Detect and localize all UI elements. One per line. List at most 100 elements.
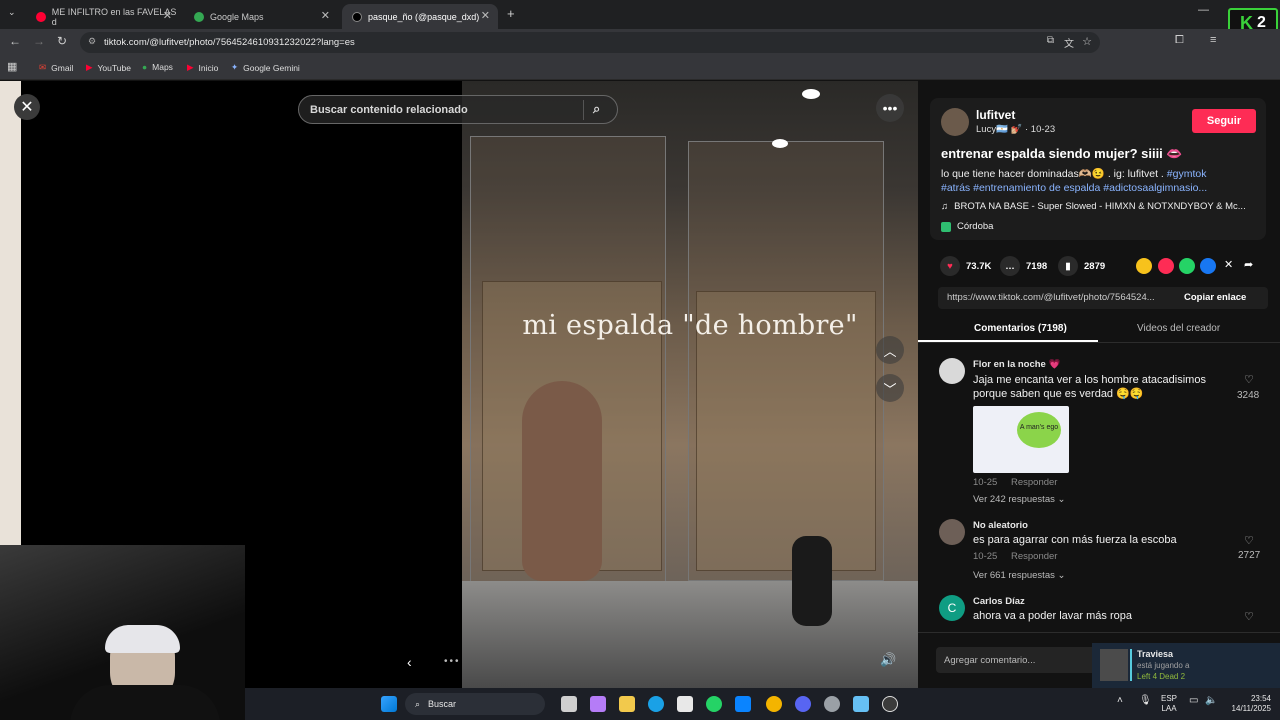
- next-post-button[interactable]: ﹀: [876, 374, 904, 402]
- search-icon[interactable]: ⌕: [593, 101, 600, 117]
- author-username[interactable]: lufitvet: [976, 108, 1015, 122]
- share-link-text[interactable]: https://www.tiktok.com/@lufitvet/photo/7…: [947, 292, 1172, 303]
- tab-youtube[interactable]: ME INFILTRO en las FAVELAS d ✕: [26, 4, 180, 29]
- network-icon[interactable]: ▭: [1189, 695, 1198, 706]
- language-indicator[interactable]: ESP LAA: [1161, 694, 1177, 714]
- tray-overflow-icon[interactable]: ˄: [1117, 695, 1123, 706]
- like-button[interactable]: ♥ 73.7K: [940, 256, 991, 276]
- steam-notification[interactable]: Traviesa está jugando a Left 4 Dead 2: [1092, 643, 1280, 688]
- copy-link-button[interactable]: Copiar enlace: [1184, 292, 1246, 303]
- send-icon[interactable]: [1158, 258, 1174, 274]
- tab-title: ME INFILTRO en las FAVELAS d: [51, 6, 177, 27]
- commenter-avatar[interactable]: C: [939, 595, 965, 621]
- chrome-icon[interactable]: [766, 696, 782, 712]
- reload-icon[interactable]: ↻: [57, 34, 67, 48]
- bookmark-youtube[interactable]: ▶ YouTube: [86, 62, 131, 73]
- speaker-icon[interactable]: 🔈: [1205, 695, 1217, 706]
- previous-photo-button[interactable]: ‹: [407, 654, 412, 670]
- comment-button[interactable]: … 7198: [1000, 256, 1047, 276]
- save-button[interactable]: ▮ 2879: [1058, 256, 1105, 276]
- commenter-name[interactable]: No aleatorio: [973, 520, 1028, 531]
- file-explorer-icon[interactable]: [619, 696, 635, 712]
- clock[interactable]: 23:54 14/11/2025: [1223, 694, 1271, 714]
- tab-comments[interactable]: Comentarios (7198): [974, 323, 1067, 334]
- comment-like-icon[interactable]: ♡: [1244, 610, 1254, 623]
- commenter-avatar[interactable]: [939, 519, 965, 545]
- apps-icon[interactable]: ▦: [7, 60, 17, 73]
- volume-button[interactable]: 🔊: [880, 652, 896, 668]
- post-photo[interactable]: [462, 81, 918, 688]
- commenter-name[interactable]: Flor en la noche 💗: [973, 359, 1060, 370]
- store-icon[interactable]: [677, 696, 693, 712]
- tab-google-maps[interactable]: Google Maps ✕: [184, 4, 338, 29]
- bookmark-gemini[interactable]: ✦ Google Gemini: [231, 62, 300, 73]
- friend-avatar: [1100, 649, 1128, 681]
- reply-button[interactable]: Responder: [1011, 477, 1057, 488]
- site-info-icon[interactable]: ⚙: [88, 36, 96, 47]
- cast-icon[interactable]: ⧉: [1047, 35, 1054, 46]
- whatsapp-icon[interactable]: [706, 696, 722, 712]
- mail-icon[interactable]: [735, 696, 751, 712]
- bookmarks-bar: ▦ ✉ Gmail ▶ YouTube ● Maps ▶ Inicio ✦ Google …: [0, 55, 1280, 80]
- share-icon[interactable]: ➦: [1244, 258, 1253, 271]
- tab-tiktok[interactable]: pasque_ño (@pasque_dxd) ✕: [342, 4, 498, 29]
- windows-start-icon[interactable]: [381, 696, 397, 712]
- embed-icon[interactable]: [1136, 258, 1152, 274]
- copilot-icon[interactable]: [590, 696, 606, 712]
- close-tab-icon[interactable]: ✕: [321, 9, 330, 22]
- comment-icon: …: [1000, 256, 1020, 276]
- forward-icon[interactable]: →: [33, 34, 45, 48]
- commenter-name[interactable]: Carlos Díaz: [973, 596, 1025, 607]
- address-bar[interactable]: ⚙ tiktok.com/@lufitvet/photo/75645246109…: [80, 32, 1100, 53]
- view-replies-button[interactable]: Ver 661 respuestas ⌄: [973, 570, 1065, 581]
- back-icon[interactable]: ←: [9, 34, 21, 48]
- hashtag-links[interactable]: #atrás #entrenamiento de espalda #adicto…: [941, 182, 1207, 194]
- minimize-icon[interactable]: —: [1198, 4, 1209, 16]
- extensions-icon[interactable]: ⧠: [1175, 34, 1184, 47]
- location-row[interactable]: Córdoba: [941, 221, 993, 232]
- gemini-icon: ✦: [231, 62, 239, 72]
- chevron-down-icon: ﹀: [883, 381, 897, 397]
- related-search-input[interactable]: Buscar contenido relacionado ⌕: [298, 95, 618, 124]
- comment-like-icon[interactable]: ♡: [1244, 373, 1254, 386]
- more-options-button[interactable]: •••: [876, 94, 904, 122]
- close-tab-icon[interactable]: ✕: [163, 9, 172, 22]
- commenter-avatar[interactable]: [939, 358, 965, 384]
- follow-button[interactable]: Seguir: [1192, 109, 1256, 133]
- bookmark-inicio[interactable]: ▶ Inicio: [187, 62, 218, 73]
- reply-button[interactable]: Responder: [1011, 551, 1057, 562]
- new-tab-icon[interactable]: +: [507, 6, 515, 21]
- task-view-icon[interactable]: [561, 696, 577, 712]
- close-tab-icon[interactable]: ✕: [481, 9, 490, 22]
- obs-icon[interactable]: [882, 696, 898, 712]
- search-icon: ⌕: [415, 698, 421, 709]
- tab-title: pasque_ño (@pasque_dxd): [368, 11, 480, 22]
- hashtag-link[interactable]: #gymtok: [1167, 168, 1207, 180]
- discord-icon[interactable]: [795, 696, 811, 712]
- edge-icon[interactable]: [648, 696, 664, 712]
- taskbar-search[interactable]: ⌕ Buscar: [405, 693, 545, 715]
- add-comment-input[interactable]: Agregar comentario...: [936, 647, 1096, 673]
- comment-text: ahora va a poder lavar más ropa: [973, 610, 1132, 622]
- view-replies-button[interactable]: Ver 242 respuestas ⌄: [973, 494, 1065, 505]
- translate-icon[interactable]: 文: [1064, 35, 1074, 50]
- music-row[interactable]: ♫ BROTA NA BASE - Super Slowed - HIMXN & …: [941, 201, 1246, 212]
- comment-sticker-image[interactable]: A man's ego: [973, 406, 1069, 473]
- close-viewer-button[interactable]: ✕: [14, 94, 40, 120]
- whatsapp-icon[interactable]: [1179, 258, 1195, 274]
- previous-post-button[interactable]: ︿: [876, 336, 904, 364]
- settings-icon[interactable]: [824, 696, 840, 712]
- media-icon[interactable]: ≡: [1210, 34, 1216, 46]
- steam-icon[interactable]: [853, 696, 869, 712]
- x-icon[interactable]: ✕: [1224, 258, 1233, 271]
- facebook-icon[interactable]: [1200, 258, 1216, 274]
- bookmark-gmail[interactable]: ✉ Gmail: [39, 62, 73, 73]
- tab-search-icon[interactable]: ⌄: [8, 7, 16, 18]
- sticker-caption: A man's ego: [1017, 412, 1061, 448]
- comment-like-icon[interactable]: ♡: [1244, 534, 1254, 547]
- author-avatar[interactable]: [941, 108, 969, 136]
- bookmark-maps[interactable]: ● Maps: [142, 62, 173, 72]
- tab-creator-videos[interactable]: Videos del creador: [1137, 323, 1220, 334]
- bookmark-star-icon[interactable]: ☆: [1082, 35, 1092, 48]
- microphone-icon[interactable]: 🎙: [1139, 695, 1152, 706]
